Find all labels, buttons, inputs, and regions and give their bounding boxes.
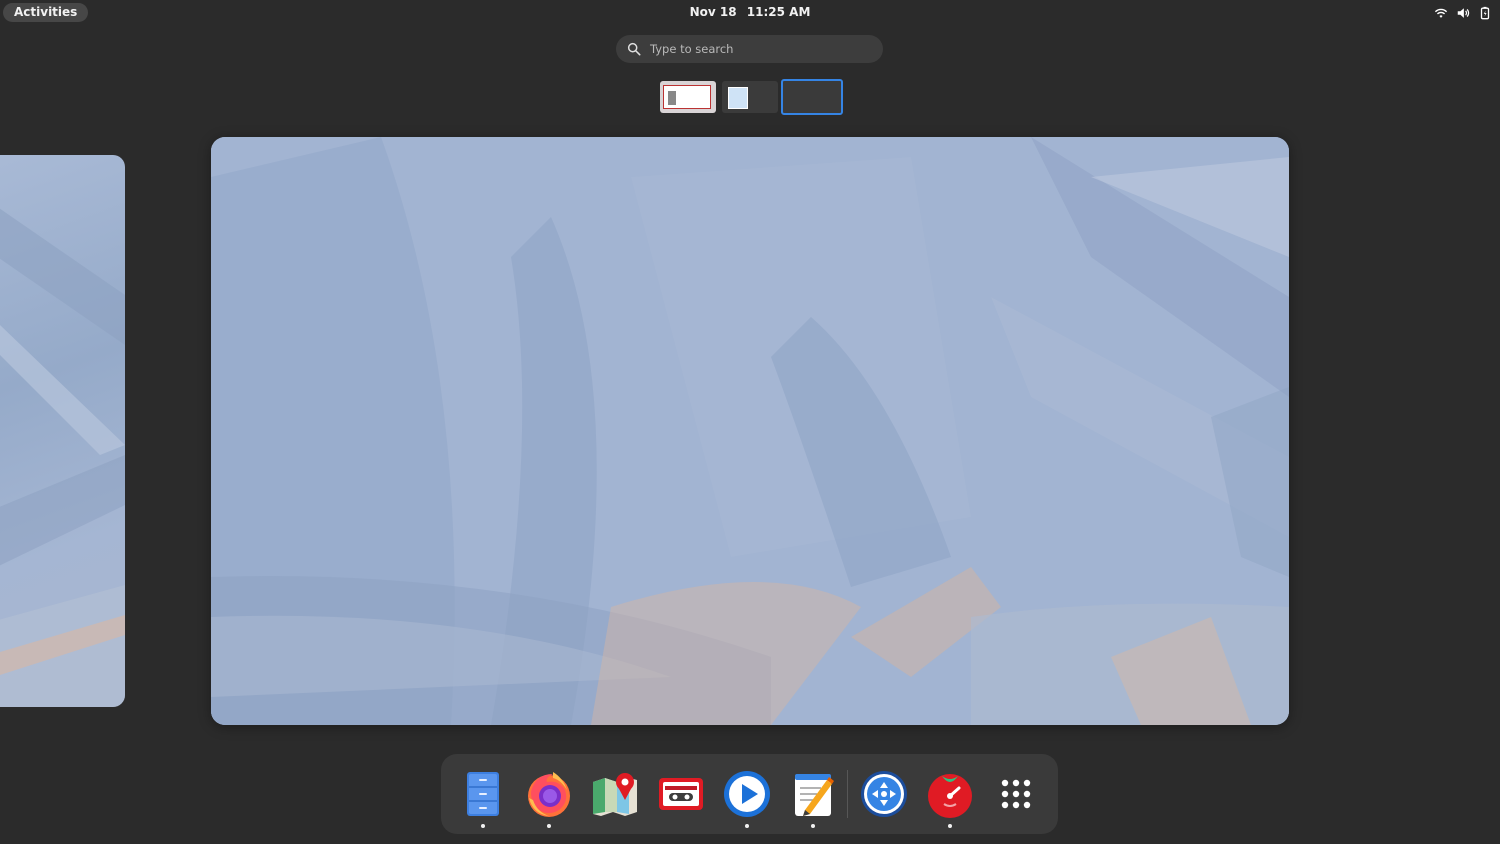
search-icon — [627, 42, 641, 56]
dash-app-cassette[interactable] — [655, 768, 707, 820]
clock[interactable]: Nov 18 11:25 AM — [0, 3, 1500, 22]
overview: Activities Nov 18 11:25 AM Type to searc… — [0, 0, 1500, 844]
window-preview — [728, 87, 748, 109]
firefox-icon — [528, 772, 570, 817]
search-entry[interactable]: Type to search — [616, 35, 883, 63]
app-grid-icon — [1001, 779, 1031, 809]
workspace-current[interactable] — [211, 137, 1289, 725]
running-indicator — [547, 824, 551, 828]
maps-icon — [593, 773, 637, 816]
running-indicator — [745, 824, 749, 828]
search-placeholder: Type to search — [650, 42, 734, 56]
cassette-icon — [659, 778, 703, 810]
workspace-previous[interactable] — [0, 155, 125, 707]
wifi-icon — [1434, 8, 1448, 18]
play-icon — [724, 771, 770, 817]
volume-icon — [1457, 7, 1470, 18]
dash-app-text-editor[interactable] — [787, 768, 839, 828]
dash-app-files[interactable] — [457, 768, 509, 828]
tomato-timer-icon — [928, 774, 972, 818]
files-icon — [467, 772, 499, 816]
wallpaper — [0, 208, 125, 707]
wallpaper — [211, 137, 1289, 725]
clock-time: 11:25 AM — [746, 5, 811, 19]
dash — [441, 754, 1058, 834]
show-applications-button[interactable] — [990, 768, 1042, 820]
running-indicator — [948, 824, 952, 828]
window-preview — [663, 85, 711, 109]
workspace-thumbnail-3-active[interactable] — [781, 79, 843, 115]
dash-separator — [847, 770, 848, 818]
battery-icon — [1480, 6, 1490, 19]
dash-app-connections[interactable] — [858, 768, 910, 820]
system-status-area[interactable] — [1434, 4, 1492, 21]
text-editor-icon — [795, 774, 834, 816]
running-indicator — [811, 824, 815, 828]
dash-app-firefox[interactable] — [523, 768, 575, 828]
dash-app-videos[interactable] — [721, 768, 773, 828]
top-bar: Activities Nov 18 11:25 AM — [0, 0, 1500, 25]
clock-date: Nov 18 — [689, 5, 737, 19]
remote-desktop-icon — [861, 771, 907, 817]
dash-app-maps[interactable] — [589, 768, 641, 820]
workspace-thumbnail-2[interactable] — [722, 81, 778, 113]
dash-app-pomodoro[interactable] — [924, 768, 976, 828]
running-indicator — [481, 824, 485, 828]
workspace-thumbnail-1[interactable] — [660, 81, 716, 113]
